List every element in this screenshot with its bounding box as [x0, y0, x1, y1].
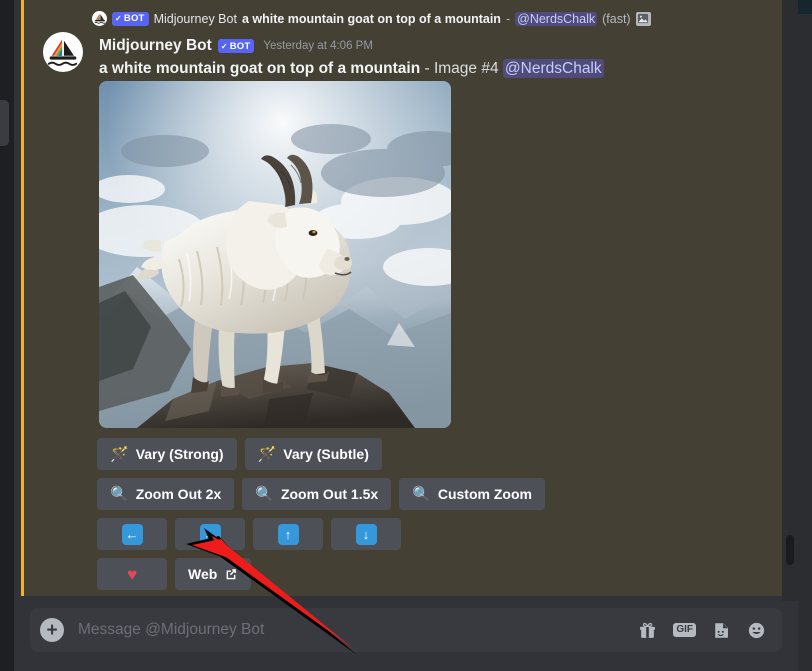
- zoom-out-15x-button[interactable]: 🔍 Zoom Out 1.5x: [242, 478, 392, 510]
- bot-badge-check: ✓: [220, 41, 228, 51]
- message-content: a white mountain goat on top of a mounta…: [99, 58, 604, 79]
- discord-window: ✓ BOT Midjourney Bot a white mountain go…: [0, 0, 812, 671]
- arrow-right-button[interactable]: →: [175, 518, 245, 550]
- gif-icon[interactable]: GIF: [673, 623, 696, 637]
- heart-icon: ♥: [126, 564, 138, 584]
- sticker-icon[interactable]: [712, 621, 731, 640]
- attach-button[interactable]: +: [40, 618, 64, 642]
- web-label: Web: [188, 566, 218, 582]
- composer-area: + GIF: [14, 601, 798, 671]
- message-timestamp: Yesterday at 4:06 PM: [263, 40, 373, 52]
- arrow-down-icon: ↓: [355, 523, 377, 545]
- message-image-label: Image #4: [433, 60, 499, 77]
- arrow-right-icon: →: [199, 523, 221, 545]
- server-rail[interactable]: [0, 0, 14, 671]
- arrow-left-icon: ←: [121, 523, 143, 545]
- message-input[interactable]: [78, 621, 639, 639]
- reply-mention[interactable]: @NerdsChalk: [515, 11, 598, 26]
- server-rail-pill: [0, 100, 9, 146]
- action-buttons: 🪄 Vary (Strong) 🪄 Vary (Subtle) 🔍 Zoom O…: [97, 438, 545, 598]
- emoji-icon[interactable]: [747, 621, 766, 640]
- zoom-out-15x-label: Zoom Out 1.5x: [280, 486, 379, 502]
- arrow-left-button[interactable]: ←: [97, 518, 167, 550]
- message-bot-badge: ✓ BOT: [217, 39, 255, 53]
- custom-zoom-button[interactable]: 🔍 Custom Zoom: [399, 478, 545, 510]
- gift-icon[interactable]: [638, 621, 657, 640]
- button-row-misc: ♥ Web: [97, 558, 545, 590]
- message-mention[interactable]: @NerdsChalk: [502, 59, 604, 78]
- button-row-pan: ← → ↑ ↓: [97, 518, 545, 550]
- arrow-up-icon: ↑: [277, 523, 299, 545]
- custom-zoom-label: Custom Zoom: [437, 486, 532, 502]
- vary-subtle-label: Vary (Subtle): [283, 446, 369, 462]
- avatar[interactable]: [43, 32, 83, 72]
- reply-bot-badge: ✓ BOT: [112, 11, 149, 26]
- web-button[interactable]: Web: [175, 558, 252, 590]
- bot-badge-label: BOT: [229, 40, 251, 52]
- button-row-vary: 🪄 Vary (Strong) 🪄 Vary (Subtle): [97, 438, 545, 470]
- midjourney-sailboat-logo-icon: [92, 11, 107, 26]
- button-row-zoom: 🔍 Zoom Out 2x 🔍 Zoom Out 1.5x 🔍 Custom Z…: [97, 478, 545, 510]
- favorite-button[interactable]: ♥: [97, 558, 167, 590]
- reply-separator: -: [505, 11, 511, 26]
- reply-author: Midjourney Bot: [153, 11, 237, 26]
- external-link-icon: [224, 567, 238, 581]
- image-attachment-icon: [635, 11, 651, 26]
- arrow-up-button[interactable]: ↑: [253, 518, 323, 550]
- reply-speed: (fast): [602, 11, 631, 26]
- message-composer[interactable]: + GIF: [30, 608, 782, 652]
- message-header: Midjourney Bot ✓ BOT Yesterday at 4:06 P…: [99, 36, 373, 56]
- magnifier-icon: 🔍: [412, 485, 431, 503]
- bot-badge-label: BOT: [123, 12, 145, 24]
- magic-wand-icon: 🪄: [257, 445, 277, 463]
- message-list: ✓ BOT Midjourney Bot a white mountain go…: [14, 0, 798, 601]
- zoom-out-2x-label: Zoom Out 2x: [135, 486, 222, 502]
- vary-subtle-button[interactable]: 🪄 Vary (Subtle): [244, 438, 382, 470]
- reply-prompt: a white mountain goat on top of a mounta…: [241, 11, 501, 26]
- vary-strong-button[interactable]: 🪄 Vary (Strong): [97, 438, 237, 470]
- generated-image[interactable]: [99, 81, 451, 428]
- magnifier-icon: 🔍: [255, 485, 274, 503]
- bot-badge-check: ✓: [115, 13, 122, 23]
- zoom-out-2x-button[interactable]: 🔍 Zoom Out 2x: [97, 478, 235, 510]
- message-prompt: a white mountain goat on top of a mounta…: [99, 60, 421, 77]
- magnifier-icon: 🔍: [110, 485, 129, 503]
- message-author[interactable]: Midjourney Bot: [99, 36, 212, 56]
- message-separator: -: [424, 60, 430, 77]
- arrow-down-button[interactable]: ↓: [331, 518, 401, 550]
- scrollbar-track[interactable]: [782, 0, 798, 601]
- magic-wand-icon: 🪄: [110, 445, 129, 463]
- scrollbar-thumb[interactable]: [786, 535, 794, 565]
- reply-reference[interactable]: ✓ BOT Midjourney Bot a white mountain go…: [92, 11, 651, 26]
- vary-strong-label: Vary (Strong): [135, 446, 224, 462]
